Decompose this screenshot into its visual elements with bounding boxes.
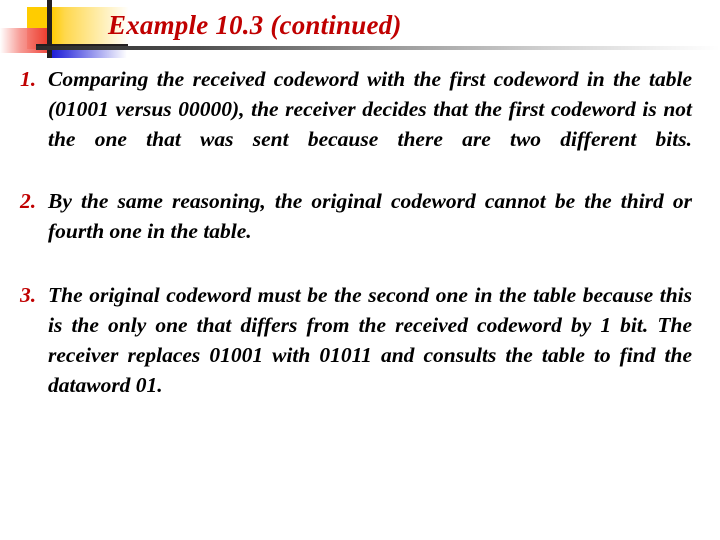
list-item: 2. By the same reasoning, the original c… xyxy=(0,186,720,246)
slide-body: 1. Comparing the received codeword with … xyxy=(0,64,720,400)
list-item-text: Comparing the received codeword with the… xyxy=(48,67,692,151)
list-item-marker: 1. xyxy=(20,67,37,91)
list-item-text: The original codeword must be the second… xyxy=(48,283,692,397)
list-item: 3. The original codeword must be the sec… xyxy=(0,280,720,400)
slide: Example 10.3 (continued) 1. Comparing th… xyxy=(0,0,720,540)
list-item-text: By the same reasoning, the original code… xyxy=(48,189,692,243)
list-item-marker: 2. xyxy=(20,189,37,213)
list-item-marker: 3. xyxy=(20,283,37,307)
slide-title: Example 10.3 (continued) xyxy=(108,10,402,40)
title-underline-rule xyxy=(36,46,720,50)
list-item: 1. Comparing the received codeword with … xyxy=(0,64,720,154)
